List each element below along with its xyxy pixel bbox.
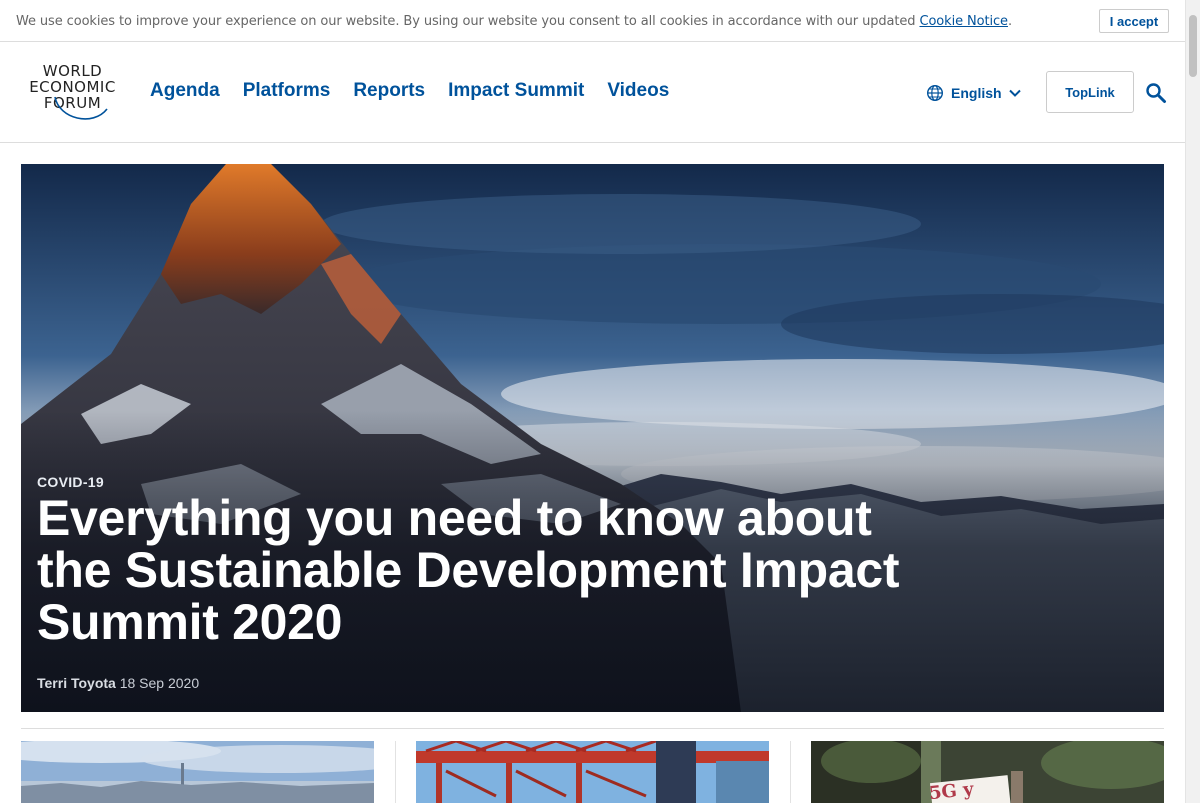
page-scrollbar[interactable] (1185, 0, 1200, 803)
cookie-banner: We use cookies to improve your experienc… (0, 0, 1185, 42)
hero-author[interactable]: Terri Toyota (37, 675, 116, 691)
hero-title[interactable]: Everything you need to know about the Su… (37, 492, 957, 648)
language-selector[interactable]: English (926, 84, 1021, 102)
accept-cookies-button[interactable]: I accept (1099, 9, 1169, 33)
chevron-down-icon (1008, 89, 1021, 97)
sign-text: 5G y (928, 778, 975, 803)
wef-logo[interactable]: WORLD ECONOMIC FORUM (20, 63, 125, 125)
nav-videos[interactable]: Videos (607, 80, 669, 102)
nav-reports[interactable]: Reports (353, 80, 425, 102)
hero-article[interactable]: COVID-19 Everything you need to know abo… (21, 164, 1164, 712)
article-card[interactable] (416, 741, 769, 803)
site-header: WORLD ECONOMIC FORUM Agenda Platforms Re… (0, 42, 1185, 143)
cookie-text: We use cookies to improve your experienc… (16, 14, 920, 29)
protest-sign-photo (811, 741, 1164, 803)
globe-icon (926, 84, 944, 102)
main-nav: Agenda Platforms Reports Impact Summit V… (150, 80, 669, 102)
card-separator (395, 741, 396, 803)
language-label: English (951, 85, 1002, 101)
logo-line-1: WORLD (42, 62, 103, 80)
card-separator (790, 741, 791, 803)
nav-impact-summit[interactable]: Impact Summit (448, 80, 584, 102)
port-cranes-photo (416, 741, 769, 803)
logo-arc-icon (54, 96, 108, 120)
logo-line-2: ECONOMIC (29, 78, 116, 96)
article-card[interactable]: 5G y (811, 741, 1164, 803)
search-icon (1146, 83, 1166, 103)
search-button[interactable] (1145, 82, 1167, 104)
hero-date: 18 Sep 2020 (119, 675, 200, 691)
city-skyline-photo (21, 741, 374, 803)
hero-byline: Terri Toyota 18 Sep 2020 (37, 675, 199, 691)
nav-agenda[interactable]: Agenda (150, 80, 220, 102)
toplink-button[interactable]: TopLink (1046, 71, 1134, 113)
cookie-trail: . (1007, 14, 1013, 29)
nav-platforms[interactable]: Platforms (243, 80, 331, 102)
scrollbar-thumb[interactable] (1189, 15, 1197, 77)
section-divider (21, 728, 1164, 729)
article-card[interactable] (21, 741, 374, 803)
cookie-message: We use cookies to improve your experienc… (16, 14, 1012, 29)
cookie-notice-link[interactable]: Cookie Notice (919, 14, 1008, 29)
hero-topic-tag[interactable]: COVID-19 (37, 474, 104, 490)
